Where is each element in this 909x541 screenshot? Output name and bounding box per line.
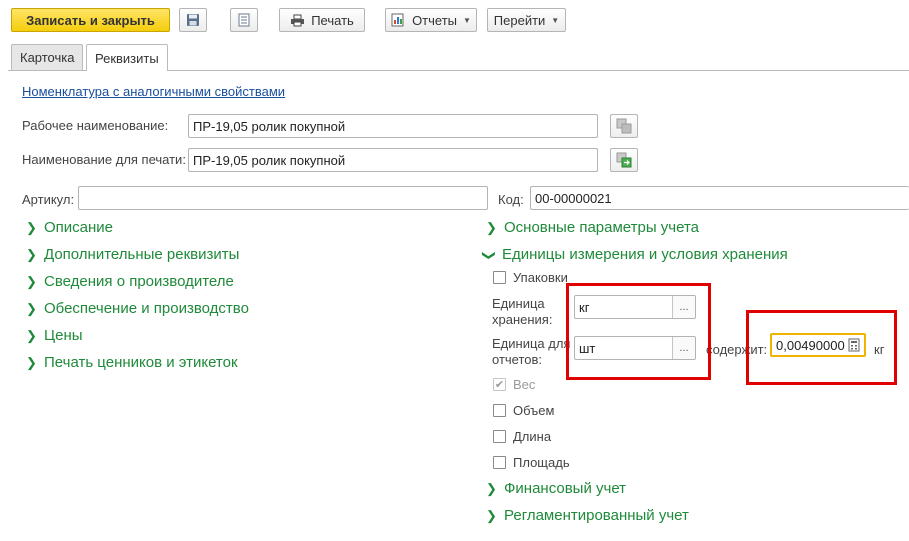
length-checkbox-row[interactable]: Длина [493, 429, 551, 444]
volume-checkbox[interactable] [493, 404, 506, 417]
checkmark-icon: ✔ [493, 378, 506, 391]
packages-checkbox-row[interactable]: Упаковки [493, 270, 568, 285]
floppy-disk-icon [187, 14, 199, 26]
group-main-accounting-params[interactable]: ❯ Основные параметры учета [486, 219, 699, 236]
area-checkbox[interactable] [493, 456, 506, 469]
highlight-contains-box [746, 310, 897, 385]
code-input[interactable]: 00-00000021 [530, 186, 909, 210]
report-unit-label: Единица для отчетов: [492, 336, 571, 367]
packages-checkbox[interactable] [493, 271, 506, 284]
article-label: Артикул: [22, 192, 75, 207]
print-name-input[interactable]: ПР-19,05 ролик покупной [188, 148, 598, 172]
area-checkbox-row[interactable]: Площадь [493, 455, 570, 470]
chevron-right-icon: ❯ [26, 300, 37, 316]
work-name-copy-button[interactable] [610, 114, 638, 138]
group-description[interactable]: ❯ Описание [26, 219, 113, 236]
print-name-label: Наименование для печати: [22, 152, 186, 167]
tab-requisites[interactable]: Реквизиты [86, 44, 168, 71]
volume-checkbox-row[interactable]: Объем [493, 403, 554, 418]
chevron-down-icon: ❯ [482, 249, 497, 261]
group-supply-production[interactable]: ❯ Обеспечение и производство [26, 300, 249, 317]
save-button[interactable] [179, 8, 207, 32]
chevron-down-icon: ▼ [463, 15, 471, 25]
chevron-right-icon: ❯ [486, 480, 497, 496]
analog-nomenclature-link[interactable]: Номенклатура с аналогичными свойствами [22, 84, 285, 99]
code-label: Код: [498, 192, 524, 207]
chevron-right-icon: ❯ [26, 219, 37, 235]
group-units-storage[interactable]: ❯ Единицы измерения и условия хранения [482, 246, 788, 263]
chevron-right-icon: ❯ [26, 354, 37, 370]
group-regulated-accounting[interactable]: ❯ Регламентированный учет [486, 507, 689, 524]
document-list-button[interactable] [230, 8, 258, 32]
printer-icon [291, 14, 305, 26]
chevron-right-icon: ❯ [486, 219, 497, 235]
article-input[interactable] [78, 186, 488, 210]
group-price-tags-printing[interactable]: ❯ Печать ценников и этикеток [26, 354, 238, 371]
copy-icon [616, 118, 632, 134]
goto-menu-button[interactable]: Перейти ▼ [487, 8, 566, 32]
chevron-right-icon: ❯ [26, 273, 37, 289]
chevron-right-icon: ❯ [26, 246, 37, 262]
work-name-input[interactable]: ПР-19,05 ролик покупной [188, 114, 598, 138]
tab-card[interactable]: Карточка [11, 44, 84, 70]
group-prices[interactable]: ❯ Цены [26, 327, 83, 344]
reports-icon [391, 13, 404, 27]
group-financial-accounting[interactable]: ❯ Финансовый учет [486, 480, 626, 497]
group-additional-requisites[interactable]: ❯ Дополнительные реквизиты [26, 246, 239, 263]
length-checkbox[interactable] [493, 430, 506, 443]
document-list-icon [238, 13, 250, 27]
print-name-copy-button[interactable] [610, 148, 638, 172]
save-and-close-button[interactable]: Записать и закрыть [11, 8, 170, 32]
group-manufacturer-info[interactable]: ❯ Сведения о производителе [26, 273, 234, 290]
reports-menu-button[interactable]: Отчеты ▼ [385, 8, 477, 32]
chevron-right-icon: ❯ [26, 327, 37, 343]
highlight-units-box [566, 283, 711, 380]
chevron-down-icon: ▼ [551, 15, 560, 25]
weight-checkbox-row: ✔ Вес [493, 377, 536, 392]
storage-unit-label: Единица хранения: [492, 296, 553, 327]
chevron-right-icon: ❯ [486, 507, 497, 523]
work-name-label: Рабочее наименование: [22, 118, 169, 133]
copy-green-icon [616, 152, 632, 168]
print-button[interactable]: Печать [279, 8, 365, 32]
